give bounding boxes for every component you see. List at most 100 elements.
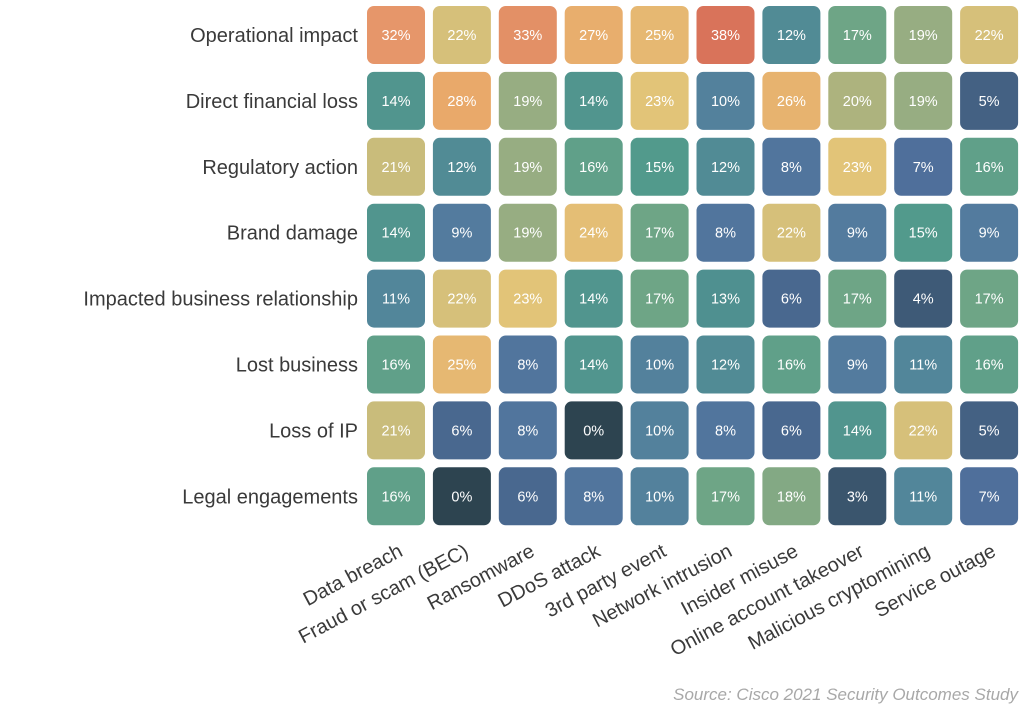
- cell-value-label: 15%: [645, 160, 674, 176]
- row-label: Legal engagements: [182, 486, 358, 508]
- heatmap-cell: 16%: [960, 335, 1019, 394]
- cell-value-label: 22%: [975, 28, 1004, 44]
- heatmap-cell: 25%: [432, 335, 491, 394]
- cell-value-label: 19%: [909, 28, 938, 44]
- cell-value-label: 22%: [447, 28, 476, 44]
- heatmap-cell: 38%: [696, 6, 755, 64]
- heatmap-cell: 19%: [894, 6, 953, 64]
- heatmap-cell: 19%: [498, 203, 557, 262]
- heatmap-cell: 22%: [894, 401, 953, 460]
- cell-value-label: 16%: [579, 160, 608, 176]
- cell-value-label: 13%: [711, 292, 740, 308]
- cell-value-label: 12%: [447, 160, 476, 176]
- cell-value-label: 14%: [381, 94, 410, 110]
- heatmap-cell: 10%: [630, 401, 689, 460]
- heatmap-cell: 11%: [894, 335, 953, 394]
- cell-value-label: 19%: [513, 94, 542, 110]
- cell-value-label: 20%: [843, 94, 872, 110]
- heatmap-cell: 19%: [498, 137, 557, 196]
- heatmap-cell: 12%: [696, 137, 755, 196]
- heatmap-cell: 10%: [696, 71, 755, 130]
- cell-value-label: 23%: [513, 292, 542, 308]
- heatmap-cell: 12%: [696, 335, 755, 394]
- column-labels: Data breachFraud or scam (BEC)Ransomware…: [295, 540, 999, 661]
- cell-value-label: 6%: [781, 423, 802, 439]
- cell-value-label: 14%: [579, 358, 608, 374]
- heatmap-cell: 16%: [367, 467, 425, 526]
- heatmap-cell: 14%: [564, 71, 623, 130]
- heatmap-cell: 17%: [828, 269, 887, 328]
- cell-value-label: 32%: [381, 28, 410, 44]
- cell-value-label: 17%: [645, 226, 674, 242]
- cell-value-label: 10%: [711, 94, 740, 110]
- heatmap-cell: 11%: [894, 467, 953, 526]
- heatmap-cell: 17%: [696, 467, 755, 526]
- cell-value-label: 12%: [777, 28, 806, 44]
- heatmap-cell: 8%: [696, 203, 755, 262]
- cell-value-label: 5%: [979, 94, 1000, 110]
- cell-value-label: 3%: [847, 489, 868, 505]
- cell-value-label: 11%: [909, 489, 937, 505]
- cell-value-label: 28%: [447, 94, 476, 110]
- heatmap-cell: 16%: [762, 335, 821, 394]
- cell-value-label: 26%: [777, 94, 806, 110]
- cell-value-label: 22%: [909, 423, 938, 439]
- cell-value-label: 8%: [583, 489, 604, 505]
- heatmap-cell: 28%: [432, 71, 491, 130]
- cell-value-label: 17%: [843, 292, 872, 308]
- heatmap-cell: 15%: [894, 203, 953, 262]
- heatmap-cell: 22%: [432, 6, 491, 64]
- cell-value-label: 18%: [777, 489, 806, 505]
- heatmap-cell: 14%: [367, 71, 425, 130]
- cell-value-label: 0%: [451, 489, 472, 505]
- heatmap-cell: 32%: [367, 6, 425, 64]
- cell-value-label: 38%: [711, 28, 740, 44]
- cell-value-label: 12%: [711, 160, 740, 176]
- row-labels: Operational impact Direct financial loss R…: [83, 25, 358, 508]
- row-label: Impacted business relationship: [83, 289, 358, 311]
- heatmap-cell: 19%: [498, 71, 557, 130]
- cell-value-label: 19%: [513, 160, 542, 176]
- row-label: Brand damage: [227, 223, 358, 245]
- cell-value-label: 9%: [847, 226, 868, 242]
- cell-value-label: 6%: [451, 423, 472, 439]
- heatmap-cell: 7%: [894, 137, 953, 196]
- cell-value-label: 0%: [583, 423, 604, 439]
- row-label: Loss of IP: [269, 420, 358, 442]
- cell-value-label: 8%: [715, 423, 736, 439]
- heatmap-cell: 6%: [762, 401, 821, 460]
- heatmap-cell: 5%: [960, 71, 1019, 130]
- row-label: Regulatory action: [202, 157, 358, 179]
- heatmap-cell: 9%: [828, 335, 887, 394]
- row-label: Direct financial loss: [186, 91, 358, 113]
- heatmap-cell: 22%: [762, 203, 821, 262]
- cell-value-label: 14%: [579, 292, 608, 308]
- heatmap-cell: 0%: [432, 467, 491, 526]
- heatmap-cell: 16%: [367, 335, 425, 394]
- cell-value-label: 10%: [645, 489, 674, 505]
- heatmap-cell: 21%: [367, 401, 425, 460]
- heatmap-cell: 5%: [960, 401, 1019, 460]
- heatmap-cell: 10%: [630, 335, 689, 394]
- row-label: Operational impact: [190, 25, 358, 47]
- heatmap-cell: 14%: [564, 269, 623, 328]
- cell-value-label: 11%: [382, 292, 410, 308]
- cell-value-label: 14%: [579, 94, 608, 110]
- heatmap-cell: 13%: [696, 269, 755, 328]
- cell-value-label: 17%: [843, 28, 872, 44]
- heatmap-cell: 14%: [367, 203, 425, 262]
- cell-value-label: 27%: [579, 28, 608, 44]
- heatmap-cell: 16%: [960, 137, 1019, 196]
- cell-value-label: 25%: [447, 358, 476, 374]
- cell-value-label: 25%: [645, 28, 674, 44]
- cell-value-label: 7%: [913, 160, 934, 176]
- heatmap-cell: 12%: [762, 6, 821, 64]
- heatmap-chart: Operational impact Direct financial loss R…: [83, 6, 1019, 704]
- cell-value-label: 9%: [979, 226, 1000, 242]
- cell-value-label: 16%: [381, 358, 410, 374]
- cell-value-label: 15%: [909, 226, 938, 242]
- heatmap-cell: 17%: [828, 6, 887, 64]
- cell-value-label: 17%: [975, 292, 1004, 308]
- heatmap-cell: 3%: [828, 467, 887, 526]
- cell-value-label: 5%: [979, 423, 1000, 439]
